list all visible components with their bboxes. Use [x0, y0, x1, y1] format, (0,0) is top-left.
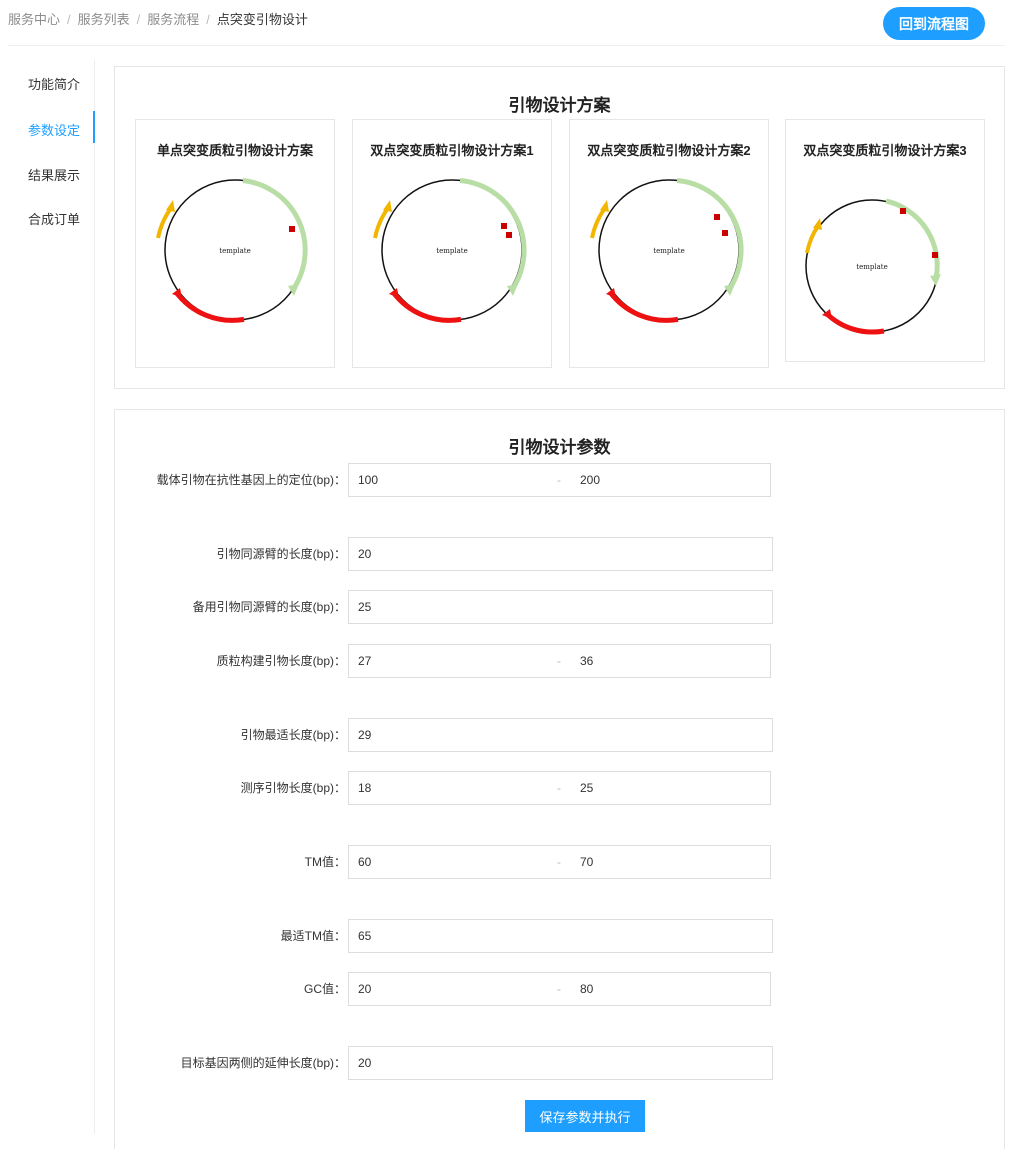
range-separator: - — [557, 654, 561, 668]
param-row-flank-extension-length: 目标基因两侧的延伸长度(bp)： 20 — [115, 1046, 1006, 1080]
range-min-value[interactable]: 20 — [358, 973, 371, 1005]
range-separator: - — [557, 781, 561, 795]
plasmid-template-label: template — [856, 263, 887, 271]
param-row-optimal-primer-length: 引物最适长度(bp)： 29 — [115, 718, 1006, 752]
range-max-value[interactable]: 70 — [580, 846, 593, 878]
header-divider — [8, 45, 1005, 46]
breadcrumb-item-service-list[interactable]: 服务列表 — [78, 12, 130, 27]
param-label: 引物最适长度(bp)： — [240, 728, 346, 742]
plasmid-map-diagram: template — [805, 198, 941, 335]
range-max-value[interactable]: 80 — [580, 973, 593, 1005]
range-separator: - — [557, 855, 561, 869]
text-input[interactable]: 20 — [348, 537, 773, 571]
param-row-construct-primer-length: 质粒构建引物长度(bp)： 27 - 36 — [115, 644, 1006, 678]
breadcrumb-separator: / — [136, 12, 141, 27]
plasmid-template-label: template — [436, 247, 467, 255]
param-label: 载体引物在抗性基因上的定位(bp)： — [156, 473, 346, 487]
input-value[interactable]: 29 — [358, 719, 371, 751]
input-value[interactable]: 25 — [358, 591, 371, 623]
back-to-flowchart-button[interactable]: 回到流程图 — [883, 7, 985, 40]
plasmid-map-diagram: template — [156, 178, 308, 323]
plasmid-map-diagram: template — [590, 178, 744, 323]
breadcrumb-separator: / — [206, 12, 210, 27]
schemes-title: 引物设计方案 — [508, 96, 611, 115]
param-row-gc: GC值： 20 - 80 — [115, 972, 1006, 1006]
breadcrumb-separator: / — [67, 12, 71, 27]
range-max-value[interactable]: 25 — [580, 772, 593, 804]
plasmid-template-label: template — [219, 247, 250, 255]
param-row-backup-homology-arm-length: 备用引物同源臂的长度(bp)： 25 — [115, 590, 1006, 624]
param-row-homology-arm-length: 引物同源臂的长度(bp)： 20 — [115, 537, 1006, 571]
breadcrumb-item-service-flow[interactable]: 服务流程 — [147, 12, 199, 27]
range-input[interactable]: 60 - 70 — [348, 845, 771, 879]
breadcrumb: 服务中心 / 服务列表 / 服务流程 / 点突变引物设计 — [8, 9, 308, 28]
param-row-vector-primer-position: 载体引物在抗性基因上的定位(bp)： 100 - 200 — [115, 463, 1006, 497]
param-label: GC值： — [303, 982, 346, 996]
scheme-card-title: 单点突变质粒引物设计方案 — [156, 143, 313, 158]
text-input[interactable]: 25 — [348, 590, 773, 624]
param-row-sequencing-primer-length: 测序引物长度(bp)： 18 - 25 — [115, 771, 1006, 805]
range-max-value[interactable]: 36 — [580, 645, 593, 677]
param-label: 质粒构建引物长度(bp)： — [216, 654, 346, 668]
sidebar-active-indicator — [93, 111, 95, 143]
scheme-card-double-3[interactable]: 双点突变质粒引物设计方案3 template — [785, 119, 985, 362]
param-label: 测序引物长度(bp)： — [240, 781, 346, 795]
scheme-card-title: 双点突变质粒引物设计方案2 — [587, 143, 751, 158]
sidebar: 功能简介 参数设定 结果展示 合成订单 — [0, 60, 95, 1134]
range-separator: - — [557, 473, 561, 487]
range-min-value[interactable]: 60 — [358, 846, 371, 878]
range-input[interactable]: 18 - 25 — [348, 771, 771, 805]
scheme-card-title: 双点突变质粒引物设计方案1 — [370, 143, 534, 158]
param-label: 目标基因两侧的延伸长度(bp)： — [180, 1056, 346, 1070]
plasmid-template-label: template — [653, 247, 684, 255]
params-panel: 引物设计参数 载体引物在抗性基因上的定位(bp)： 100 - 200 引物同源… — [114, 409, 1005, 1149]
sidebar-item-order[interactable]: 合成订单 — [28, 209, 80, 228]
range-separator: - — [557, 982, 561, 996]
input-value[interactable]: 20 — [358, 1047, 371, 1079]
param-label: TM值： — [304, 855, 346, 869]
breadcrumb-current: 点突变引物设计 — [216, 12, 308, 27]
schemes-panel: 引物设计方案 单点突变质粒引物设计方案 template 双点突变质粒引物设计方… — [114, 66, 1005, 389]
breadcrumb-item-service-center[interactable]: 服务中心 — [8, 12, 60, 27]
range-max-value[interactable]: 200 — [580, 464, 600, 496]
text-input[interactable]: 20 — [348, 1046, 773, 1080]
range-input[interactable]: 27 - 36 — [348, 644, 771, 678]
param-row-tm: TM值： 60 - 70 — [115, 845, 1006, 879]
range-min-value[interactable]: 100 — [358, 464, 378, 496]
sidebar-item-params[interactable]: 参数设定 — [28, 120, 80, 139]
param-label: 备用引物同源臂的长度(bp)： — [192, 600, 346, 614]
input-value[interactable]: 20 — [358, 538, 371, 570]
scheme-card-single[interactable]: 单点突变质粒引物设计方案 template — [135, 119, 335, 368]
params-title: 引物设计参数 — [508, 438, 611, 457]
param-label: 最适TM值： — [280, 929, 346, 943]
save-and-run-button[interactable]: 保存参数并执行 — [525, 1100, 645, 1132]
range-input[interactable]: 100 - 200 — [348, 463, 771, 497]
sidebar-item-intro[interactable]: 功能简介 — [28, 74, 80, 93]
param-label: 引物同源臂的长度(bp)： — [216, 547, 346, 561]
sidebar-item-results[interactable]: 结果展示 — [28, 165, 80, 184]
text-input[interactable]: 29 — [348, 718, 773, 752]
scheme-card-double-1[interactable]: 双点突变质粒引物设计方案1 template — [352, 119, 552, 368]
range-input[interactable]: 20 - 80 — [348, 972, 771, 1006]
range-min-value[interactable]: 18 — [358, 772, 371, 804]
scheme-card-title: 双点突变质粒引物设计方案3 — [803, 143, 967, 158]
text-input[interactable]: 65 — [348, 919, 773, 953]
scheme-card-double-2[interactable]: 双点突变质粒引物设计方案2 template — [569, 119, 769, 368]
param-row-optimal-tm: 最适TM值： 65 — [115, 919, 1006, 953]
plasmid-map-diagram: template — [373, 178, 527, 323]
input-value[interactable]: 65 — [358, 920, 371, 952]
range-min-value[interactable]: 27 — [358, 645, 371, 677]
